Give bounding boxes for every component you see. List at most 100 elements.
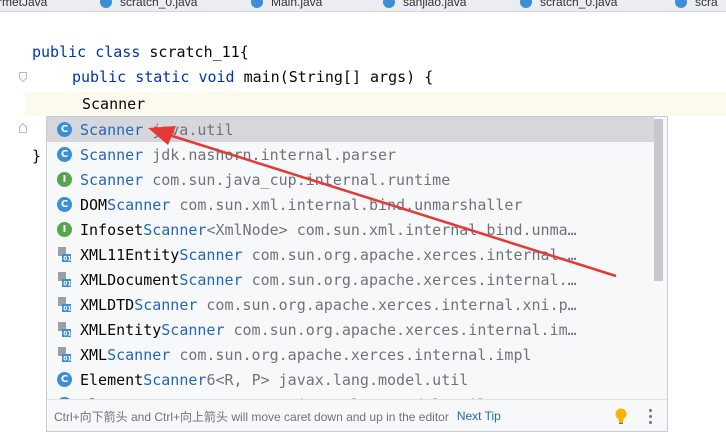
completion-item[interactable]: 01 XML11EntityScanner com.sun.org.apache.x… bbox=[47, 242, 654, 267]
editor-tab[interactable]: Main.java bbox=[251, 0, 322, 10]
completion-item-name: Scanner bbox=[80, 146, 143, 164]
svg-text:01: 01 bbox=[63, 306, 71, 312]
name-prefix: XMLDocument bbox=[80, 270, 180, 289]
name-match: Scanner bbox=[80, 170, 144, 189]
more-options-icon[interactable] bbox=[647, 409, 653, 425]
completion-item-package: com.sun.xml.internal.bind.unmarshaller bbox=[179, 195, 523, 214]
completion-item[interactable]: 01 XMLDTDScanner com.sun.org.apache.xerces… bbox=[47, 292, 654, 317]
editor-tab[interactable]: scra bbox=[675, 0, 718, 10]
name-prefix: XMLEntity bbox=[80, 320, 162, 339]
completion-footer: Ctrl+向下箭头 and Ctrl+向上箭头 will move caret … bbox=[47, 399, 667, 431]
editor-tab[interactable]: scratch_0.java bbox=[100, 0, 197, 10]
editor-tab[interactable]: crmetJava bbox=[0, 0, 47, 10]
class-icon: C bbox=[57, 147, 72, 162]
name-prefix: DOM bbox=[80, 195, 108, 214]
tab-label: scratch_0.java bbox=[540, 0, 618, 9]
completion-item[interactable]: I InfosetScanner<XmlNode> com.sun.xml.inte… bbox=[47, 217, 654, 242]
completion-item-name: XMLEntityScanner bbox=[80, 321, 225, 339]
keyword: public bbox=[32, 43, 87, 61]
keyword: void bbox=[198, 68, 235, 86]
java-class-icon bbox=[100, 0, 112, 8]
name-match: Scanner bbox=[179, 245, 243, 264]
name-suffix: 6<R, P> bbox=[206, 370, 270, 389]
editor-tab-bar: crmetJava scratch_0.java Main.java sanji… bbox=[0, 0, 726, 12]
completion-scrollbar[interactable] bbox=[654, 117, 666, 397]
binary-class-icon: 01 bbox=[57, 322, 72, 337]
completion-item[interactable]: 01 XMLDocumentScanner com.sun.org.apache.x… bbox=[47, 267, 654, 292]
java-class-icon bbox=[520, 0, 532, 8]
lightbulb-icon[interactable] bbox=[615, 408, 627, 424]
interface-icon: I bbox=[57, 222, 72, 237]
completion-item[interactable]: I Scanner com.sun.java_cup.internal.runtim… bbox=[47, 167, 654, 192]
code-line[interactable]: public class scratch_11{ bbox=[32, 42, 249, 62]
completion-item[interactable]: C DOMScanner com.sun.xml.internal.bind.unm… bbox=[47, 192, 654, 217]
name-prefix: XML bbox=[80, 345, 108, 364]
svg-text:01: 01 bbox=[63, 281, 71, 287]
completion-item-package: com.sun.java_cup.internal.runtime bbox=[152, 170, 451, 189]
next-tip-link[interactable]: Next Tip bbox=[457, 409, 501, 423]
name-match: Scanner bbox=[107, 195, 171, 214]
tab-label: Main.java bbox=[271, 0, 323, 9]
tab-label: scra bbox=[695, 0, 718, 9]
code-text: scratch_11{ bbox=[140, 43, 249, 61]
keyword: public bbox=[72, 68, 127, 86]
fold-marker-icon[interactable] bbox=[19, 72, 27, 82]
name-prefix: Element bbox=[80, 370, 144, 389]
binary-class-icon: 01 bbox=[57, 297, 72, 312]
completion-item-name: Scanner bbox=[80, 121, 143, 139]
completion-item-name: XML11EntityScanner bbox=[80, 246, 243, 264]
completion-item-package: com.sun.org.apache.xerces.internal.xni.p… bbox=[206, 295, 577, 314]
completion-item[interactable]: 01 XMLScanner com.sun.org.apache.xerces.in… bbox=[47, 342, 654, 367]
java-class-icon bbox=[251, 0, 263, 8]
binary-class-icon: 01 bbox=[57, 347, 72, 362]
tab-label: sanjiao.java bbox=[403, 0, 467, 9]
completion-item-package: java.util bbox=[152, 120, 234, 139]
completion-item-name: XMLDTDScanner bbox=[80, 296, 197, 314]
code-line-current[interactable]: Scanner bbox=[82, 94, 145, 114]
interface-icon: I bbox=[57, 172, 72, 187]
class-icon: C bbox=[57, 197, 72, 212]
code-line[interactable]: } bbox=[32, 146, 41, 166]
svg-text:01: 01 bbox=[63, 331, 71, 337]
code-text: } bbox=[32, 147, 42, 165]
tab-label: scratch_0.java bbox=[120, 0, 198, 9]
class-icon: C bbox=[57, 372, 72, 387]
binary-class-icon: 01 bbox=[57, 247, 72, 262]
name-match: Scanner bbox=[134, 295, 198, 314]
typed-text: Scanner bbox=[82, 95, 146, 113]
name-suffix: <XmlNode> bbox=[206, 220, 288, 239]
fold-marker-icon[interactable] bbox=[19, 123, 27, 133]
name-prefix: Infoset bbox=[80, 220, 144, 239]
completion-item-package: jdk.nashorn.internal.parser bbox=[152, 145, 397, 164]
completion-item[interactable]: C Scanner java.util bbox=[47, 117, 654, 142]
completion-item-package: com.sun.org.apache.xerces.internal.impl bbox=[179, 345, 532, 364]
name-prefix: XML11Entity bbox=[80, 245, 180, 264]
completion-item[interactable]: C ElementScanner6<R, P> javax.lang.model.u… bbox=[47, 367, 654, 392]
code-completion-popup[interactable]: C Scanner java.util C Scanner jdk.nashorn.int… bbox=[46, 116, 668, 432]
completion-item-package: com.sun.xml.internal.bind.unma… bbox=[296, 220, 577, 239]
tab-label: crmetJava bbox=[0, 0, 48, 9]
completion-item-package: com.sun.org.apache.xerces.internal.… bbox=[251, 270, 577, 289]
name-prefix: XMLDTD bbox=[80, 295, 135, 314]
java-class-icon bbox=[383, 0, 395, 8]
footer-hint: Ctrl+向下箭头 and Ctrl+向上箭头 will move caret … bbox=[54, 409, 449, 424]
name-match: Scanner bbox=[179, 270, 243, 289]
completion-item-name: XMLScanner bbox=[80, 346, 170, 364]
name-match: Scanner bbox=[143, 370, 207, 389]
completion-item[interactable]: 01 XMLEntityScanner com.sun.org.apache.xer… bbox=[47, 317, 654, 342]
name-match: Scanner bbox=[80, 120, 144, 139]
name-match: Scanner bbox=[143, 220, 207, 239]
name-match: Scanner bbox=[80, 145, 144, 164]
completion-item[interactable]: C Scanner jdk.nashorn.internal.parser bbox=[47, 142, 654, 167]
completion-item-package: com.sun.org.apache.xerces.internal.… bbox=[251, 245, 577, 264]
editor-tab[interactable]: sanjiao.java bbox=[383, 0, 466, 10]
scrollbar-thumb[interactable] bbox=[654, 119, 663, 281]
completion-item-name: DOMScanner bbox=[80, 196, 170, 214]
keyword: class bbox=[95, 43, 141, 61]
class-icon: C bbox=[57, 122, 72, 137]
completion-item-name: XMLDocumentScanner bbox=[80, 271, 243, 289]
completion-item-package: javax.lang.model.util bbox=[278, 370, 469, 389]
editor-tab[interactable]: scratch_0.java bbox=[520, 0, 617, 10]
code-line[interactable]: public static void main(String[] args) { bbox=[72, 67, 433, 87]
java-class-icon bbox=[675, 0, 687, 8]
